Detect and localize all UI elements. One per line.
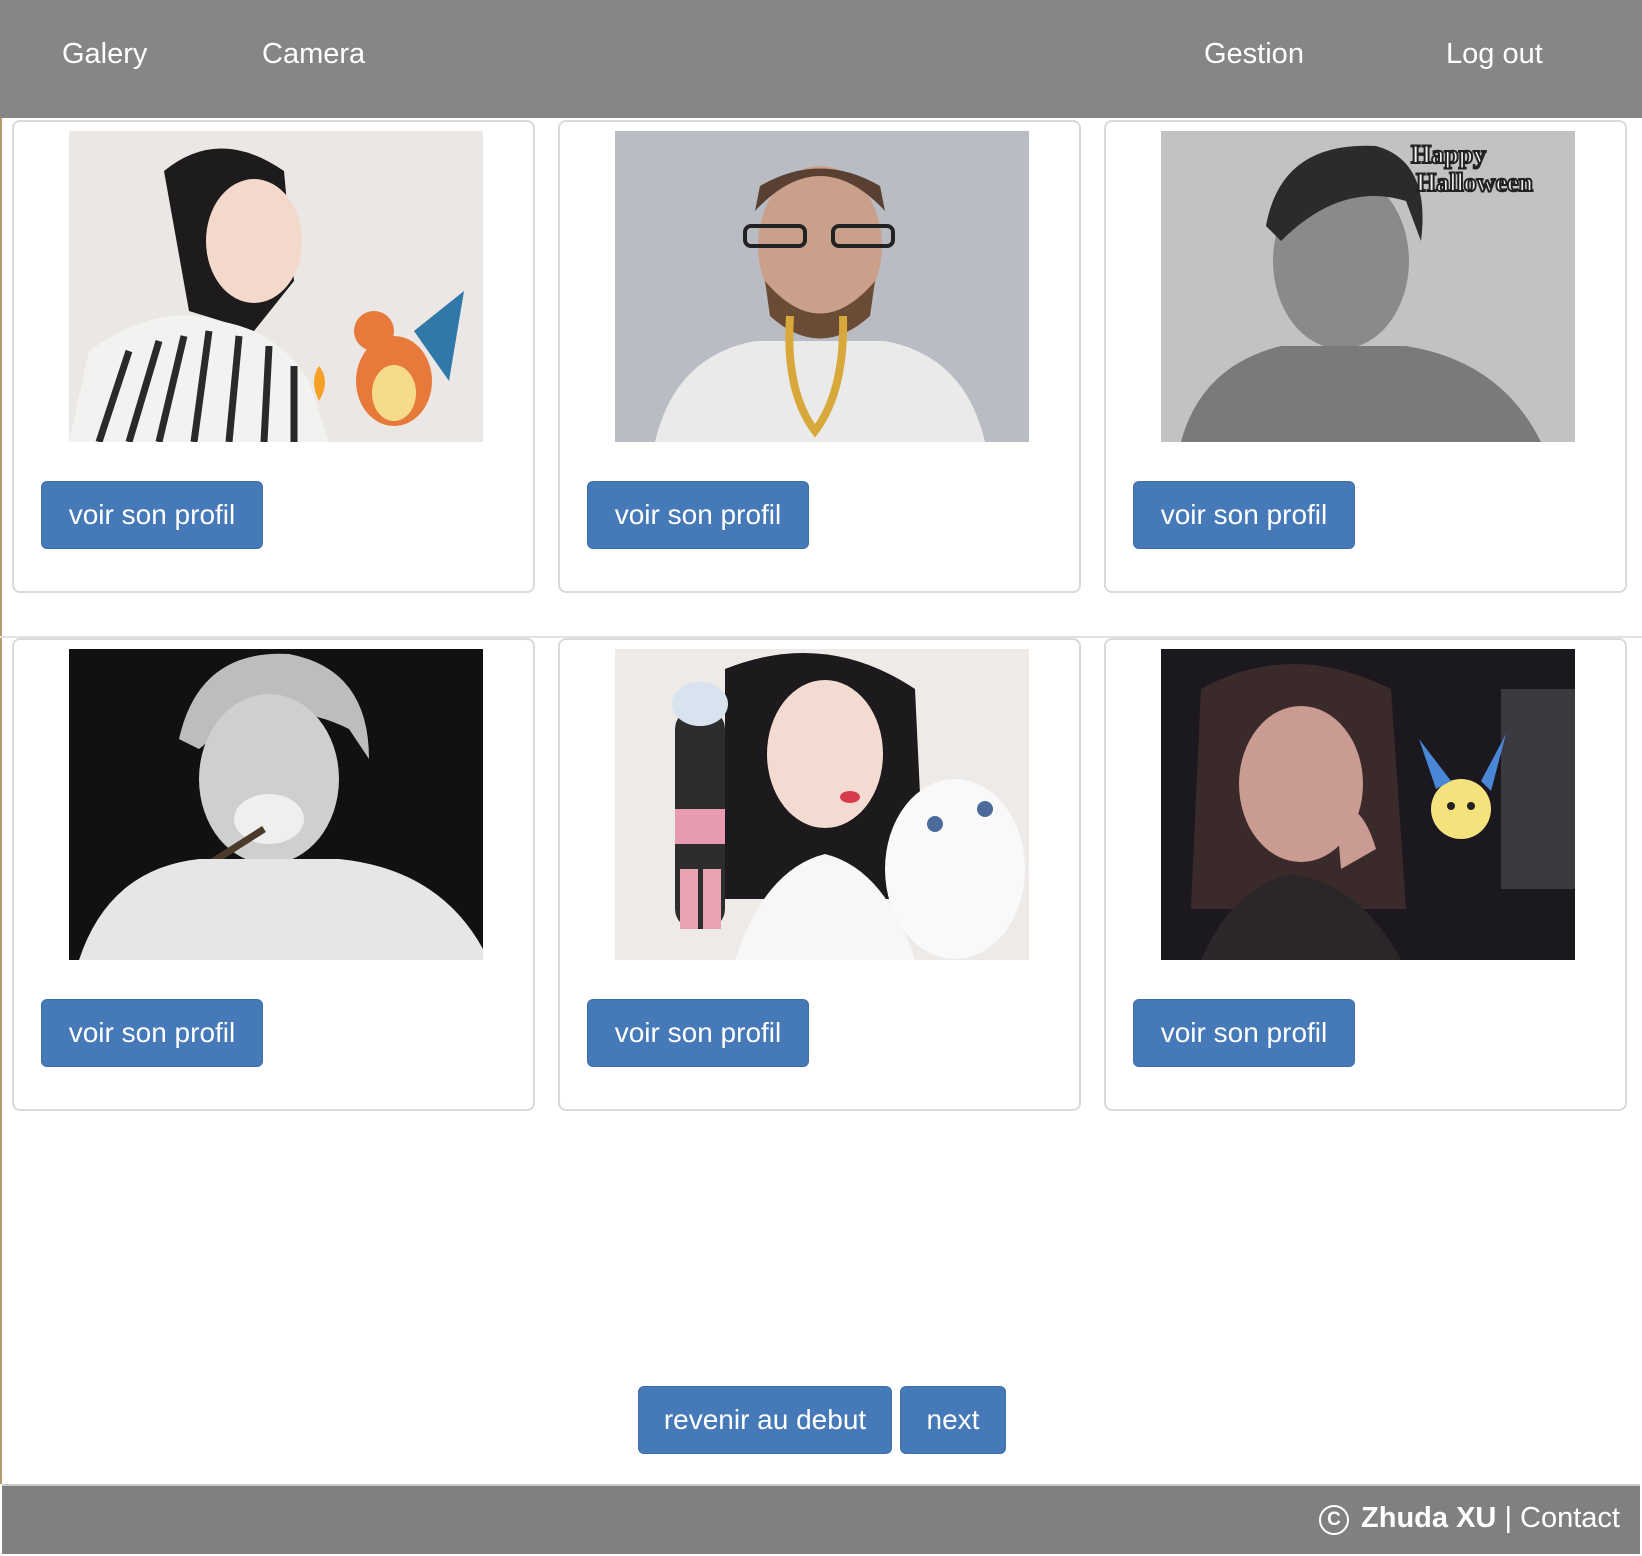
gallery-card: voir son profil [1104, 638, 1627, 1111]
nav-galery-link[interactable]: Galery [62, 38, 147, 71]
footer-credits: C Zhuda XU | Contact [1318, 1502, 1620, 1535]
gallery-card: voir son profil [12, 638, 535, 1111]
nav-camera-link[interactable]: Camera [262, 38, 365, 71]
nav-logout-link[interactable]: Log out [1446, 38, 1543, 71]
top-navbar: Galery Camera Gestion Log out [0, 0, 1642, 118]
back-to-start-button[interactable]: revenir au debut [638, 1386, 892, 1454]
view-profile-button[interactable]: voir son profil [1133, 481, 1355, 549]
next-page-button[interactable]: next [900, 1386, 1006, 1454]
view-profile-button[interactable]: voir son profil [587, 999, 809, 1067]
view-profile-button[interactable]: voir son profil [41, 481, 263, 549]
gallery-photo [69, 649, 483, 960]
gallery-card: voir son profil [558, 120, 1081, 593]
view-profile-button[interactable]: voir son profil [41, 999, 263, 1067]
nav-gestion-link[interactable]: Gestion [1204, 38, 1304, 71]
gallery-card: voir son profil [12, 120, 535, 593]
footer-author: Zhuda XU [1361, 1502, 1497, 1534]
footer-contact-link[interactable]: Contact [1520, 1502, 1620, 1534]
footer-separator: | [1504, 1502, 1512, 1534]
window-edge [0, 118, 2, 1484]
copyright-icon: C [1318, 1505, 1349, 1535]
gallery-card: Happy Halloween voir son profil [1104, 120, 1627, 593]
happy-sticker-text: Happy [1411, 140, 1486, 169]
view-profile-button[interactable]: voir son profil [587, 481, 809, 549]
gallery-photo [69, 131, 483, 442]
gallery-photo [1161, 649, 1575, 960]
gallery-photo [615, 649, 1029, 960]
gallery-photo [615, 131, 1029, 442]
view-profile-button[interactable]: voir son profil [1133, 999, 1355, 1067]
page-footer: C Zhuda XU | Contact [2, 1484, 1640, 1554]
gallery-card: voir son profil [558, 638, 1081, 1111]
gallery-photo: Happy Halloween [1161, 131, 1575, 442]
halloween-sticker-text: Halloween [1416, 168, 1534, 197]
